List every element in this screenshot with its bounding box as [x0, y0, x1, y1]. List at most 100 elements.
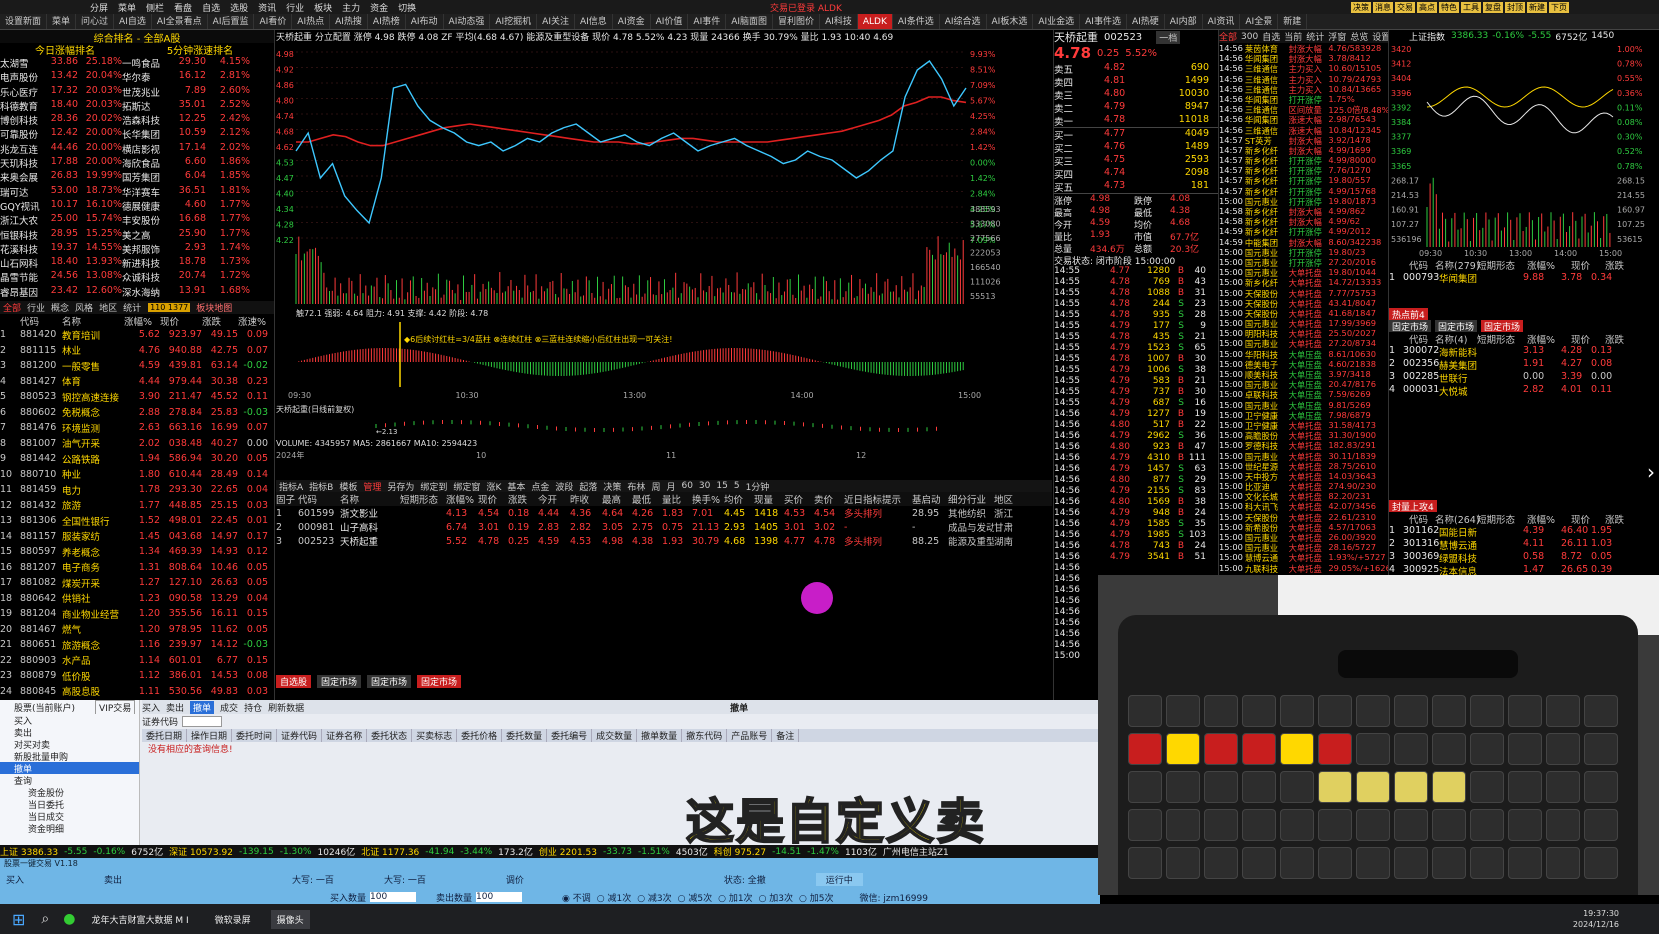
bid-level[interactable]: 买二 4.76 1489 — [1054, 141, 1218, 155]
taskbar-app[interactable]: 龙年大吉财富大数据 M I — [85, 910, 194, 929]
rank-row[interactable]: 睿昂基因 23.42 12.60% 深水海纳 13.91 1.68% — [0, 285, 274, 299]
grid-col-header[interactable]: 昨收 — [570, 492, 602, 506]
rank-row[interactable]: 太湖雪 33.86 25.18% 一鸣食品 29.30 4.15% — [0, 56, 274, 70]
industry-row[interactable]: 21 880651 旅游概念 1.16 239.97 14.12 -0.03 — [0, 637, 274, 653]
hot-tab[interactable]: 固定市场 — [1389, 320, 1432, 332]
hot-row[interactable]: 1 300072 海新能科 3.13 4.28 0.13 — [1389, 345, 1659, 359]
alert-row[interactable]: 15:00 九联科技 大单托盘 29.05%/+1626 — [1219, 563, 1388, 573]
menu-item[interactable]: AI综合选 — [940, 14, 987, 29]
alert-row[interactable]: 15:00 国元惠业 大单托盘 19.80/1044 — [1219, 267, 1388, 277]
alert-tab[interactable]: 总览 — [1350, 30, 1368, 43]
alert-row[interactable]: 15:00 比亚迪 大单托盘 274.90/230 — [1219, 481, 1388, 491]
grid-row[interactable]: 2 000981 山子高科 6.74 3.01 0.19 2.83 2.82 3.05 2.75 0… — [276, 520, 1052, 535]
rank-row[interactable]: 博创科技 28.36 20.02% 浩森科技 12.25 2.42% — [0, 113, 274, 127]
order-col-header[interactable]: 委托数量 — [502, 729, 548, 742]
index-chart[interactable]: 3420 3412 3404 3396 3392 3384 3377 3369 3365 268.… — [1389, 42, 1659, 257]
rank-row[interactable]: 瑞可达 53.00 18.73% 华洋赛车 36.51 1.81% — [0, 185, 274, 199]
surge-col-header[interactable]: 涨跌 — [1605, 512, 1637, 526]
menu-item[interactable]: AI业金选 — [1033, 14, 1081, 29]
alert-row[interactable]: 15:00 天保股份 大单托盘 22.61/2310 — [1219, 512, 1388, 522]
alert-row[interactable]: 15:00 卓联科技 大单压盘 7.59/6269 — [1219, 389, 1388, 399]
alert-row[interactable]: 15:00 慧博云通 大单托盘 1.93%/+5727 — [1219, 552, 1388, 562]
trade-tree-item[interactable]: 资金股份 — [0, 786, 139, 799]
hot-col-header[interactable]: 名称(4) — [1435, 332, 1477, 346]
hot-row[interactable]: 3 002285 世联行 0.00 3.39 0.00 — [1389, 371, 1659, 385]
title-right-button[interactable]: 决策 — [1351, 1, 1371, 13]
grid-bottom-tag[interactable]: 固定市场 — [317, 675, 362, 688]
grid-col-header[interactable]: 基启动 — [912, 492, 948, 506]
hot-tab[interactable]: 固定市场 — [1435, 320, 1478, 332]
industry-row[interactable]: 19 881204 商业物业经营 1.20 355.56 16.11 0.15 — [0, 606, 274, 622]
rank-row[interactable]: 花溪科技 19.37 14.55% 美邦服饰 2.93 1.74% — [0, 242, 274, 256]
surge-col-header[interactable]: 代码 — [1409, 512, 1435, 526]
title-right-button[interactable]: 下页 — [1549, 1, 1569, 13]
title-menu-item[interactable]: 切换 — [398, 1, 416, 14]
bid-level[interactable]: 买三 4.75 2593 — [1054, 154, 1218, 168]
alert-row[interactable]: 15:00 国元惠业 大单压盘 9.81/5269 — [1219, 400, 1388, 410]
rank-row[interactable]: 电声股份 13.42 20.04% 华尔泰 16.12 2.81% — [0, 70, 274, 84]
industry-row[interactable]: 16 881207 电子商务 1.31 808.64 10.46 0.05 — [0, 560, 274, 576]
grid-bottom-tag[interactable]: 固定市场 — [417, 675, 462, 688]
alert-row[interactable]: 15:00 新希股份 大单托盘 4.57/17063 — [1219, 522, 1388, 532]
indicator-tab[interactable]: 1分钟 — [746, 480, 770, 493]
grid-bottom-tag[interactable]: 固定市场 — [367, 675, 412, 688]
grid-row[interactable]: 3 002523 天桥起重 5.52 4.78 0.25 4.59 4.53 4.98 4.38 1… — [276, 534, 1052, 549]
alert-row[interactable]: 15:00 天保股份 大单托盘 41.68/1847 — [1219, 308, 1388, 318]
trade-tool-button[interactable]: 持仓 — [244, 701, 262, 714]
surge-row[interactable]: 1 301162 国能日新 4.39 46.40 1.95 — [1389, 525, 1659, 539]
trade-tree-item[interactable]: 新股批量申购 — [0, 750, 139, 763]
menu-item[interactable]: AI后置监 — [208, 14, 255, 29]
title-menu-item[interactable]: 自选 — [202, 1, 220, 14]
hot-col-header[interactable]: 短期形态 — [1477, 332, 1527, 346]
price-adjust-radio[interactable]: ○ 加1次 — [718, 891, 752, 904]
hot-col-header[interactable]: 代码 — [1409, 332, 1435, 346]
alert-row[interactable]: 14:56 三维通信 区间放量 125.0倍/8.48% — [1219, 104, 1388, 114]
grid-col-header[interactable]: 代码 — [298, 492, 340, 506]
industry-row[interactable]: 11 881459 电力 1.78 293.30 22.65 0.04 — [0, 482, 274, 498]
indicator-tab[interactable]: 5 — [734, 481, 740, 491]
title-menu-item[interactable]: 主力 — [342, 1, 360, 14]
bid-level[interactable]: 买四 4.74 2098 — [1054, 167, 1218, 181]
industry-row[interactable]: 7 881476 环境监测 2.63 663.16 16.99 0.07 — [0, 420, 274, 436]
grid-col-header[interactable]: 涨幅% — [446, 492, 478, 506]
alert-row[interactable]: 15:00 顺美科技 大单压盘 3.97/3418 — [1219, 369, 1388, 379]
surge-col-header[interactable]: 涨幅% — [1527, 512, 1571, 526]
hot-col-header[interactable]: 涨跌 — [1605, 332, 1637, 346]
alert-row[interactable]: 14:58 新乡化纤 封涨大幅 4.99/862 — [1219, 206, 1388, 216]
alert-row[interactable]: 15:00 国元惠业 大单托盘 28.16/5727 — [1219, 542, 1388, 552]
menu-item[interactable]: ALDK — [857, 14, 893, 29]
industry-row[interactable]: 6 880602 免税概念 2.88 278.84 25.83 -0.03 — [0, 405, 274, 421]
alert-row[interactable]: 15:00 卫宁健康 大单托盘 31.58/4173 — [1219, 420, 1388, 430]
indicator-tab[interactable]: 30 — [699, 481, 710, 491]
menu-item[interactable]: AI事件选 — [1080, 14, 1127, 29]
industry-col-header[interactable]: 现价 — [160, 314, 202, 328]
industry-row[interactable]: 17 881082 煤炭开采 1.27 127.10 26.63 0.05 — [0, 575, 274, 591]
indicator-tab[interactable]: 涨K — [486, 480, 501, 493]
top-col-header[interactable]: 现价 — [1571, 258, 1605, 272]
industry-row[interactable]: 24 880845 高股息股 1.11 530.56 49.83 0.03 — [0, 684, 274, 700]
menu-item[interactable]: AI价值 — [651, 14, 689, 29]
industry-tab[interactable]: 全部 — [3, 301, 21, 314]
alert-row[interactable]: 15:00 文化长城 大单托盘 82.20/231 — [1219, 491, 1388, 501]
grid-col-header[interactable]: 短期形态 — [400, 492, 446, 506]
browser-icon[interactable]: ● — [63, 911, 75, 927]
bid-level[interactable]: 买一 4.77 4049 — [1054, 128, 1218, 142]
order-col-header[interactable]: 成交数量 — [592, 729, 638, 742]
indicator-tab[interactable]: 布林 — [627, 480, 645, 493]
menu-item[interactable]: AI条件选 — [893, 14, 940, 29]
alert-row[interactable]: 15:00 新乡化纤 大单托盘 14.72/13333 — [1219, 277, 1388, 287]
ask-level[interactable]: 卖三 4.80 10030 — [1054, 88, 1218, 102]
indicator-tab[interactable]: 另存为 — [387, 480, 414, 493]
rank-row[interactable]: 山石网科 18.40 13.93% 新进科技 18.78 1.73% — [0, 256, 274, 270]
menu-item[interactable]: AI科技 — [820, 14, 858, 29]
alert-row[interactable]: 15:00 国元惠业 大单托盘 26.00/3920 — [1219, 532, 1388, 542]
industry-row[interactable]: 8 881007 油气开采 2.02 038.48 40.27 0.00 — [0, 436, 274, 452]
rank-row[interactable]: 科德教育 18.40 20.03% 拓斯达 35.01 2.52% — [0, 99, 274, 113]
industry-row[interactable]: 2 881115 林业 4.76 940.88 42.75 0.07 — [0, 343, 274, 359]
price-adjust-radio[interactable]: ○ 减5次 — [678, 891, 712, 904]
taskbar-app[interactable]: 微软录屏 — [209, 910, 257, 929]
indicator-tab[interactable]: 波段 — [555, 480, 573, 493]
industry-row[interactable]: 3 881200 一般零售 4.59 439.81 63.14 -0.02 — [0, 358, 274, 374]
alert-row[interactable]: 15:00 卫宁健康 大单压盘 7.98/6879 — [1219, 410, 1388, 420]
menu-item[interactable]: AI全景看点 — [152, 14, 208, 29]
